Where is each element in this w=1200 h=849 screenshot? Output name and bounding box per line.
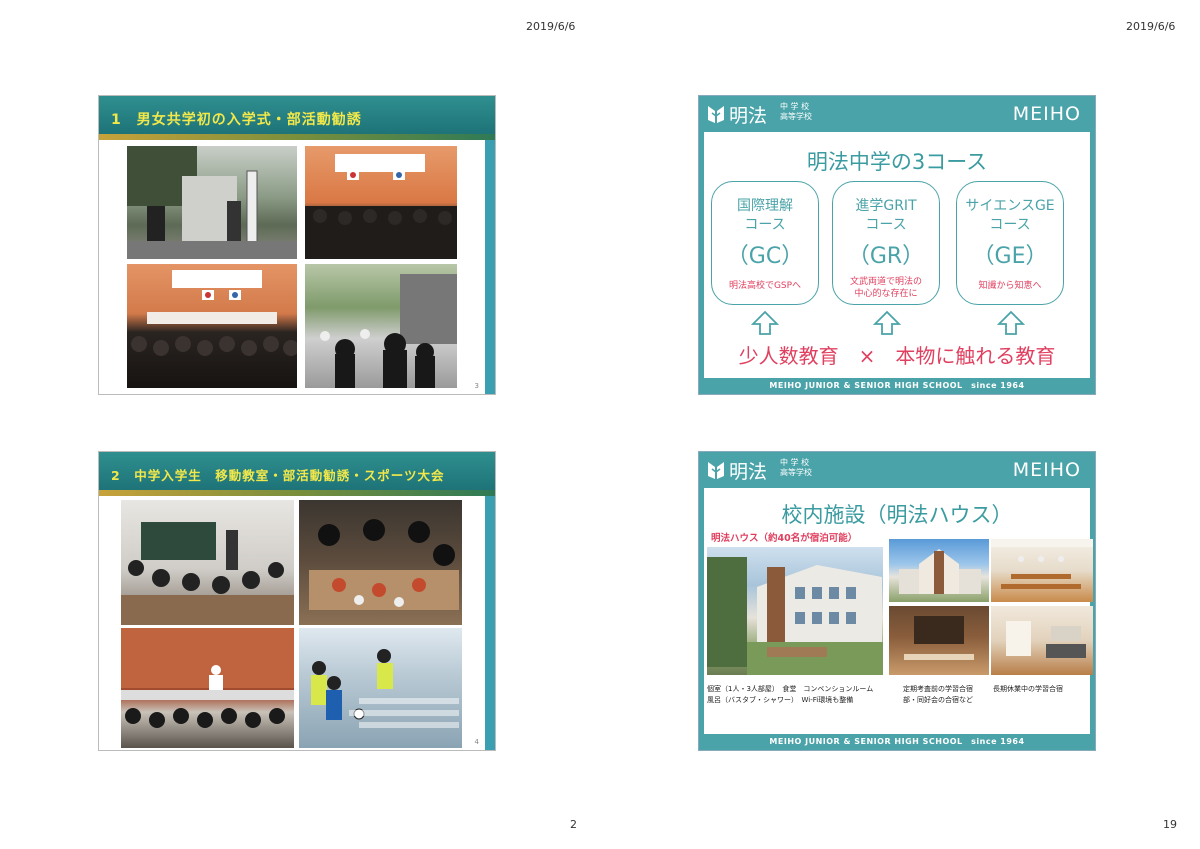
photo-dining-room [991,539,1093,602]
slide-junior-high-events: 2 中学入学生 移動教室・部活動勧誘・スポーツ大会 4 [98,451,496,751]
photo-convention-room [889,606,989,675]
course-card-gr: 進学GRIT コース （GR） 文武両道で明法の 中心的な存在に [832,181,940,305]
study-camp-caption: 定期考査前の学習合宿 部・同好会の合宿など [903,685,973,704]
photo-ceremony-hall [127,264,297,388]
course-card-ge: サイエンスGE コース （GE） 知識から知恵へ [956,181,1064,305]
up-arrow-icon [873,310,901,335]
photo-private-room [991,606,1093,675]
slide-heading: 校内施設（明法ハウス） [781,503,1013,527]
logo-subtext: 中 学 校高等学校 [780,102,812,121]
photo-school-gate [127,146,297,259]
photo-house-exterior [707,547,883,675]
meiho-logo-icon [708,462,724,479]
logo-text: 明法 [729,461,768,483]
slide-title: 2 中学入学生 移動教室・部活動勧誘・スポーツ大会 [111,468,445,483]
slide-heading: 明法中学の3コース [806,150,988,174]
holiday-camp-caption: 長期休業中の学習合宿 [993,685,1063,693]
logo-subtext: 中 学 校高等学校 [780,458,812,477]
slide-number: 4 [474,738,479,746]
up-arrow-icon [751,310,779,335]
date-left: 2019/6/6 [526,20,576,33]
slide-three-courses: 明法 中 学 校高等学校 MEIHO 明法中学の3コース 国際理解 コース （G… [698,95,1096,395]
course-card-gc: 国際理解 コース （GC） 明法高校でGSPへ [711,181,819,305]
slide-footer: MEIHO JUNIOR & SENIOR HIGH SCHOOL since … [699,378,1095,394]
slide-title: 1 男女共学初の入学式・部活動勧誘 [111,112,362,128]
slide-entrance-ceremony: 1 男女共学初の入学式・部活動勧誘 3 [98,95,496,395]
education-slogan: 少人数教育 × 本物に触れる教育 [738,344,1056,368]
photo-club-recruiting [305,264,457,388]
brand-name: MEIHO [1012,459,1081,481]
up-arrow-icon [997,310,1025,335]
photo-classroom-lecture [121,500,294,625]
slide-footer: MEIHO JUNIOR & SENIOR HIGH SCHOOL since … [699,734,1095,750]
slide-number: 3 [474,382,479,390]
brand-name: MEIHO [1012,103,1081,125]
page-number-left: 2 [570,818,577,831]
photo-house-front [889,539,989,602]
meiho-logo-icon [708,106,724,123]
date-right: 2019/6/6 [1126,20,1176,33]
logo-text: 明法 [729,105,768,127]
photo-dining-hall [299,500,462,625]
photo-sports-day [299,628,462,748]
photo-presentation-hall [121,628,294,748]
facilities-caption: 個室（1人・3人部屋） 食堂 コンベンションルーム 風呂（バスタブ・シャワー） … [707,685,874,704]
photo-ceremony-stage [305,146,457,259]
page-number-right: 19 [1163,818,1177,831]
slide-meiho-house: 明法 中 学 校高等学校 MEIHO 校内施設（明法ハウス） 明法ハウス（約40… [698,451,1096,751]
house-capacity-note: 明法ハウス（約40名が宿泊可能） [711,533,858,544]
